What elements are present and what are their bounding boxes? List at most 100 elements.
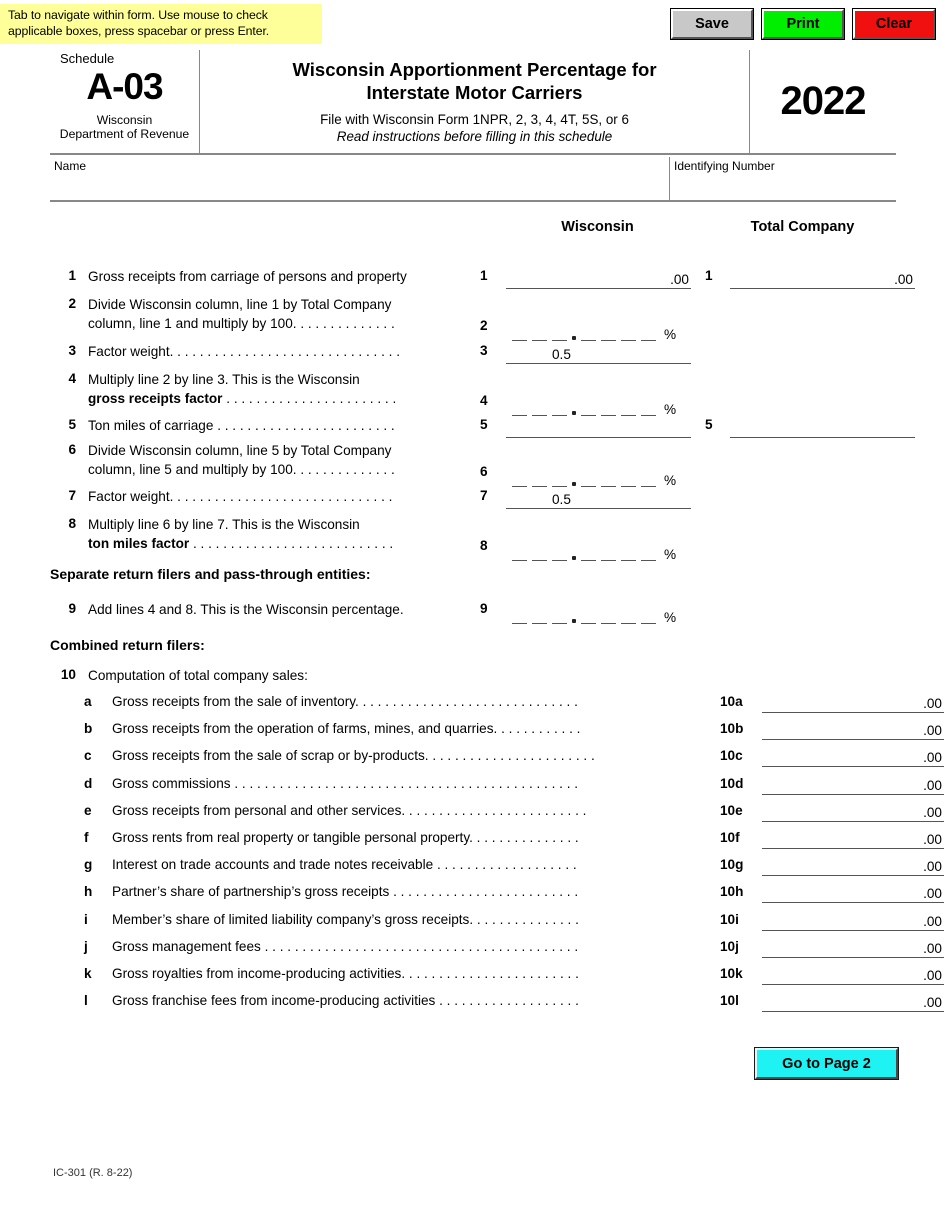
percent-digit-slot[interactable] — [621, 546, 636, 561]
percent-digit-slot[interactable] — [552, 472, 567, 487]
percent-input-line-9[interactable]: % — [512, 609, 676, 624]
wisconsin-amount-line-5[interactable] — [506, 419, 691, 438]
percent-digit-slot[interactable] — [641, 546, 656, 561]
total-company-amount-line-5[interactable] — [730, 419, 915, 438]
percent-digit-slot[interactable] — [601, 401, 616, 416]
line-number-1: 1 — [68, 268, 76, 283]
line-text-part-1: Divide Wisconsin column, line 1 by Total… — [88, 297, 392, 312]
subitem-text-10a: Gross receipts from the sale of inventor… — [112, 694, 578, 709]
wisconsin-amount-line-1[interactable]: .00 — [506, 270, 691, 289]
percent-input-line-6[interactable]: % — [512, 472, 676, 487]
subitem-code-10h: 10h — [720, 884, 744, 900]
percent-digit-slot[interactable] — [601, 546, 616, 561]
line-10f-row: f Gross rents from real property or tangi… — [50, 830, 944, 857]
subitem-letter-h: h — [84, 884, 93, 900]
field-value: 0.5 — [552, 492, 571, 507]
total-company-amount-line-1[interactable]: .00 — [730, 270, 915, 289]
percent-digit-slot[interactable] — [641, 401, 656, 416]
percent-digit-slot[interactable] — [621, 472, 636, 487]
line-10j-row: j Gross management fees . . . . . . . . .… — [50, 938, 944, 966]
line-10g-row: g Interest on trade accounts and trade no… — [50, 857, 944, 884]
percent-digit-slot[interactable] — [641, 472, 656, 487]
percent-input-line-2[interactable]: % — [512, 326, 676, 341]
identifying-number-field[interactable]: Identifying Number — [670, 157, 896, 202]
percent-digit-slot[interactable] — [581, 401, 596, 416]
amount-input-10a[interactable]: .00 — [762, 694, 944, 713]
amount-input-10j[interactable]: .00 — [762, 939, 944, 958]
percent-digit-slot[interactable] — [581, 546, 596, 561]
subitem-letter-d: d — [84, 775, 93, 791]
save-button[interactable]: Save — [670, 8, 754, 40]
amount-input-10h[interactable]: .00 — [762, 884, 944, 904]
decimal-point-icon — [572, 556, 576, 560]
percent-digit-slot[interactable] — [552, 326, 567, 341]
percent-digit-slot[interactable] — [552, 609, 567, 624]
amount-input-10i[interactable]: .00 — [762, 912, 944, 931]
decimal-point-icon — [572, 482, 576, 486]
amount-input-10l[interactable]: .00 — [762, 993, 944, 1013]
amount-input-10k[interactable]: .00 — [762, 966, 944, 985]
percent-digit-slot[interactable] — [601, 472, 616, 487]
title-line-2: Interstate Motor Carriers — [366, 82, 583, 103]
field-number-7: 7 — [480, 488, 488, 503]
field-number-total-5: 5 — [705, 417, 713, 432]
subitem-text-10g: Interest on trade accounts and trade not… — [112, 857, 577, 873]
percent-digit-slot[interactable] — [621, 609, 636, 624]
percent-digit-slot[interactable] — [552, 401, 567, 416]
line-text-emphasis: gross receipts factor — [88, 390, 223, 406]
line-text-3: Factor weight. . . . . . . . . . . . . .… — [88, 344, 400, 359]
wisconsin-amount-line-3[interactable]: 0.5 — [506, 345, 691, 364]
amount-input-10d[interactable]: .00 — [762, 776, 944, 795]
percent-digit-slot[interactable] — [601, 609, 616, 624]
subitem-text-10c: Gross receipts from the sale of scrap or… — [112, 748, 595, 764]
percent-input-line-4[interactable]: % — [512, 401, 676, 416]
percent-digit-slot[interactable] — [581, 609, 596, 624]
section-separate-filers: Separate return filers and pass-through … — [50, 566, 371, 582]
percent-digit-slot[interactable] — [512, 401, 527, 416]
percent-digit-slot[interactable] — [532, 326, 547, 341]
amount-input-10c[interactable]: .00 — [762, 748, 944, 768]
amount-input-10f[interactable]: .00 — [762, 830, 944, 849]
line-10l-row: l Gross franchise fees from income-produc… — [50, 993, 944, 1020]
field-number-9: 9 — [480, 601, 488, 616]
percent-digit-slot[interactable] — [621, 401, 636, 416]
clear-button[interactable]: Clear — [852, 8, 936, 40]
go-to-page-2-button[interactable]: Go to Page 2 — [754, 1047, 899, 1080]
cents-suffix: .00 — [923, 859, 942, 875]
line-text-8: Multiply line 6 by line 7. This is the W… — [88, 516, 393, 553]
section-combined-filers: Combined return filers: — [50, 637, 205, 653]
print-button[interactable]: Print — [761, 8, 845, 40]
percent-digit-slot[interactable] — [512, 546, 527, 561]
cents-suffix: .00 — [670, 272, 689, 287]
percent-digit-slot[interactable] — [532, 401, 547, 416]
subitem-text-10j: Gross management fees . . . . . . . . . … — [112, 938, 579, 954]
amount-input-10b[interactable]: .00 — [762, 721, 944, 741]
percent-digit-slot[interactable] — [601, 326, 616, 341]
field-number-5: 5 — [480, 417, 488, 432]
file-with-note: File with Wisconsin Form 1NPR, 2, 3, 4, … — [320, 112, 629, 127]
amount-input-10g[interactable]: .00 — [762, 857, 944, 877]
percent-digit-slot[interactable] — [512, 609, 527, 624]
percent-input-line-8[interactable]: % — [512, 546, 676, 561]
wisconsin-amount-line-7[interactable]: 0.5 — [506, 490, 691, 509]
column-header-wisconsin: Wisconsin — [561, 219, 634, 235]
subitem-letter-l: l — [84, 993, 88, 1009]
percent-digit-slot[interactable] — [532, 609, 547, 624]
percent-digit-slot[interactable] — [581, 326, 596, 341]
percent-sign: % — [664, 402, 677, 417]
percent-digit-slot[interactable] — [512, 326, 527, 341]
line-10-number: 10 — [60, 667, 76, 682]
cents-suffix: .00 — [923, 804, 942, 820]
schedule-block: Schedule A-03 Wisconsin Department of Re… — [50, 50, 200, 153]
percent-digit-slot[interactable] — [532, 472, 547, 487]
percent-digit-slot[interactable] — [641, 609, 656, 624]
percent-digit-slot[interactable] — [532, 546, 547, 561]
cents-suffix: .00 — [923, 968, 942, 983]
percent-digit-slot[interactable] — [581, 472, 596, 487]
percent-digit-slot[interactable] — [552, 546, 567, 561]
amount-input-10e[interactable]: .00 — [762, 803, 944, 822]
name-field[interactable]: Name — [50, 157, 670, 202]
percent-digit-slot[interactable] — [621, 326, 636, 341]
percent-digit-slot[interactable] — [641, 326, 656, 341]
percent-digit-slot[interactable] — [512, 472, 527, 487]
